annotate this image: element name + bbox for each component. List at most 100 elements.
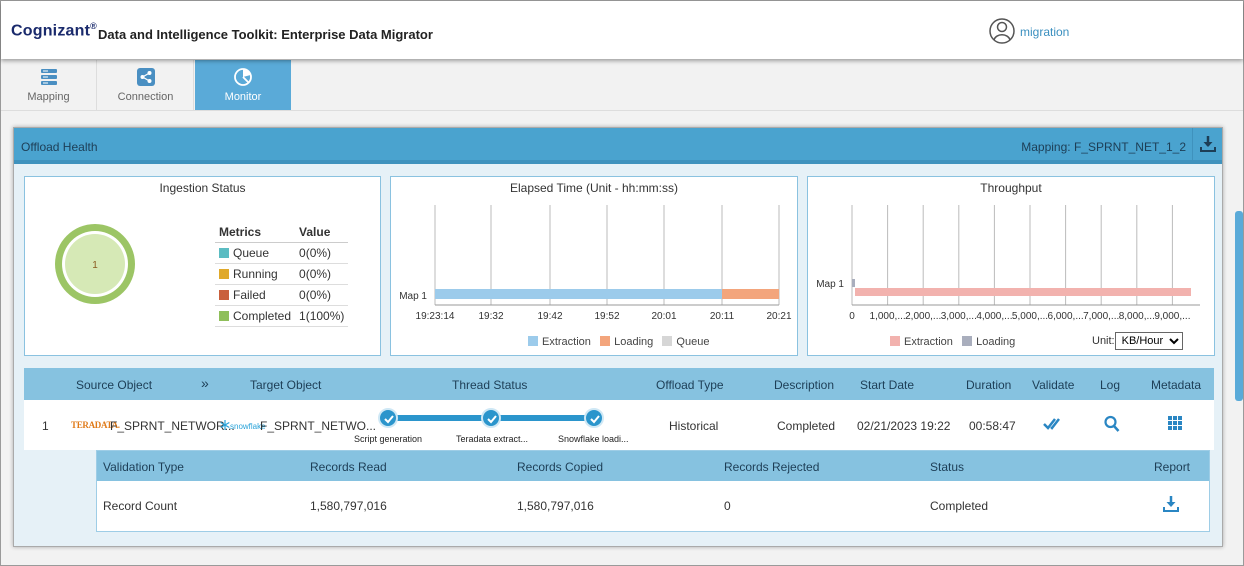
x-tick-label: 9,000,... (1154, 311, 1190, 322)
x-tick-label: 8,000,... (1119, 311, 1155, 322)
duration: 00:58:47 (969, 419, 1016, 433)
unit-label: Unit: (1092, 335, 1115, 347)
donut-center-label: 1 (92, 260, 98, 271)
description: Completed (777, 419, 836, 433)
metric-label: Queue (233, 246, 270, 260)
tab-monitor[interactable]: Monitor (195, 60, 291, 110)
panel-body: Ingestion Status 1 Metrics Value Queue 0… (14, 164, 1222, 546)
ingestion-status-card: Ingestion Status 1 Metrics Value Queue 0… (24, 176, 381, 356)
metrics-row: Completed 1(100%) (215, 305, 349, 327)
metric-label: Running (233, 267, 278, 281)
mapping-label: Mapping: F_SPRNT_NET_1_2 (1021, 140, 1186, 154)
step-complete-icon (481, 408, 501, 428)
throughput-chart: 0 1,000,... 2,000,... 3,000,... 4,000,... 5,0… (816, 205, 1200, 322)
step-label: Snowflake loadi... (558, 434, 629, 444)
bar-loading (722, 289, 779, 299)
column-header: Report (1154, 460, 1191, 474)
legend-label: Extraction (542, 336, 591, 348)
metadata-button[interactable] (1167, 415, 1183, 434)
x-tick-label: 0 (849, 311, 855, 322)
source-object[interactable]: F_SPRNT_NETWOR... (110, 419, 235, 433)
column-header: Description (774, 378, 835, 392)
tab-mapping[interactable]: Mapping (1, 60, 97, 110)
snowflake-icon (220, 420, 230, 430)
tab-label: Monitor (224, 91, 262, 103)
validation-table-header: Validation Type Records Read Records Cop… (97, 451, 1209, 481)
validation-table: Validation Type Records Read Records Cop… (96, 450, 1210, 532)
value-column-header: Value (295, 223, 349, 243)
metrics-row: Queue 0(0%) (215, 242, 349, 264)
grid-icon (1168, 416, 1182, 430)
column-header: Records Read (310, 460, 387, 474)
bar-loading (852, 279, 855, 287)
page-scrollbar[interactable] (1235, 211, 1243, 401)
x-tick-label: 19:52 (594, 311, 619, 322)
x-tick-label: 1,000,... (870, 311, 906, 322)
legend-swatch (662, 336, 673, 346)
download-icon (1200, 136, 1216, 152)
metrics-column-header: Metrics (215, 223, 296, 243)
download-button[interactable] (1192, 128, 1222, 160)
records-read: 1,580,797,016 (310, 499, 387, 513)
unit-select[interactable]: KB/Hour (1114, 332, 1183, 350)
server-icon (40, 69, 57, 85)
throughput-card: Throughput 0 1,000,... 2,000,... 3,000,... 4… (807, 176, 1215, 356)
download-icon (1163, 496, 1179, 512)
legend-swatch (600, 336, 611, 346)
report-download-button[interactable] (1163, 495, 1179, 516)
user-name[interactable]: migration (1020, 25, 1069, 39)
elapsed-time-card: Elapsed Time (Unit - hh:mm:ss) 19:23:14 1… (390, 176, 798, 356)
tab-label: Connection (117, 91, 174, 103)
records-rejected: 0 (724, 499, 731, 513)
x-tick-label: 20:01 (651, 311, 676, 322)
validate-button[interactable] (1043, 416, 1065, 435)
tab-connection[interactable]: Connection (98, 60, 194, 110)
start-date: 02/21/2023 19:22 (857, 419, 951, 433)
table-row[interactable]: 1 TERADATA. F_SPRNT_NETWOR... snowflake … (24, 400, 1214, 450)
column-header: Offload Type (656, 378, 724, 392)
objects-table-header: Source Object » Target Object Thread Sta… (24, 368, 1214, 400)
x-tick-label: 20:11 (710, 311, 735, 322)
column-header: Log (1100, 378, 1121, 392)
x-tick-label: 2,000,... (905, 311, 941, 322)
column-header: Thread Status (452, 378, 528, 392)
snowflake-logo: snowflake (220, 418, 266, 432)
legend-swatch (528, 336, 538, 346)
main-tabs: Mapping Connection Monitor (1, 59, 1243, 111)
records-copied: 1,580,797,016 (517, 499, 594, 513)
bar-extraction (435, 289, 722, 299)
log-button[interactable] (1104, 415, 1120, 436)
app-window: Cognizant® Data and Intelligence Toolkit… (0, 0, 1244, 566)
metrics-row: Running 0(0%) (215, 263, 349, 285)
user-avatar-icon[interactable] (989, 16, 1015, 46)
metrics-row: Failed 0(0%) (215, 284, 349, 306)
throughput-legend: Extraction Loading (890, 336, 1015, 348)
table-row: Record Count 1,580,797,016 1,580,797,016… (97, 481, 1209, 531)
x-tick-label: 7,000,... (1083, 311, 1119, 322)
step-label: Script generation (354, 434, 423, 444)
metric-label: Completed (233, 309, 292, 323)
target-object[interactable]: F_SPRNT_NETWO... (260, 419, 376, 433)
elapsed-legend: Extraction Loading Queue (528, 336, 709, 348)
legend-label: Loading (614, 336, 654, 348)
x-tick-label: 3,000,... (941, 311, 977, 322)
metric-label: Failed (233, 288, 266, 302)
legend-label: Extraction (904, 336, 953, 348)
x-tick-label: 19:23:14 (416, 311, 455, 322)
x-tick-label: 20:21 (766, 311, 791, 322)
column-header: Records Rejected (724, 460, 820, 474)
row-index: 1 (42, 419, 49, 433)
expand-columns-icon[interactable]: » (201, 375, 209, 391)
legend-swatch (219, 269, 229, 279)
elapsed-time-chart: 19:23:14 19:32 19:42 19:52 20:01 20:11 20:21 Ma… (399, 205, 792, 322)
metric-value: 0(0%) (295, 284, 349, 306)
column-header: Target Object (250, 378, 322, 392)
pie-chart-icon (234, 68, 252, 86)
unit-selector: Unit: KB/Hour (1092, 332, 1183, 350)
metric-value: 0(0%) (295, 263, 349, 285)
step-label: Teradata extract... (456, 434, 529, 444)
legend-swatch (219, 290, 229, 300)
legend-swatch (219, 311, 229, 321)
step-complete-icon (378, 408, 398, 428)
x-tick-label: 4,000,... (976, 311, 1012, 322)
